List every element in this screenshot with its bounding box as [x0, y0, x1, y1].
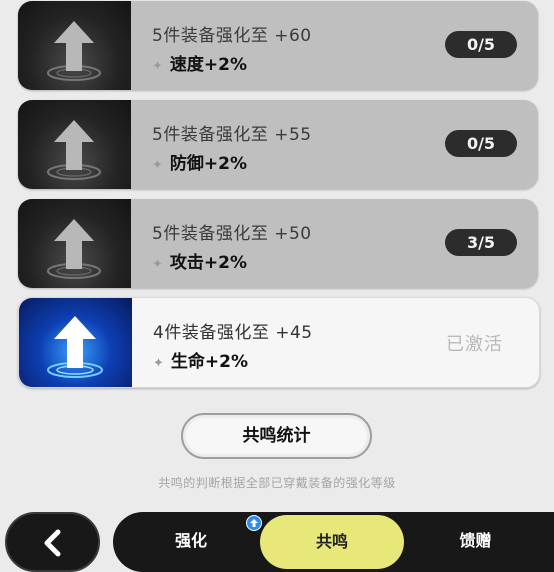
- resonance-hint-text: 共鸣的判断根据全部已穿戴装备的强化等级: [158, 476, 396, 490]
- chevron-left-icon: [44, 529, 61, 557]
- tab-resonance[interactable]: 共鸣: [260, 515, 404, 569]
- sparkle-icon: ✦: [153, 356, 164, 371]
- upgrade-arrow-icon: [18, 199, 131, 288]
- bonus-effect: ✦ 攻击+2%: [152, 248, 247, 273]
- bonus-progress-badge: 0/5: [445, 31, 517, 58]
- resonance-bonus-card-defense[interactable]: 5件装备强化至 +55 ✦ 防御+2% 0/5: [18, 100, 538, 189]
- sparkle-icon: ✦: [152, 257, 163, 272]
- upgrade-available-badge-icon: [246, 515, 262, 531]
- bonus-effect-text: 生命+2%: [170, 352, 249, 372]
- bonus-condition: 5件装备强化至 +60: [152, 26, 312, 46]
- bonus-effect-text: 防御+2%: [169, 154, 248, 174]
- bonus-condition: 5件装备强化至 +50: [152, 224, 312, 244]
- resonance-stats-button[interactable]: 共鸣统计: [181, 413, 372, 459]
- bonus-condition: 4件装备强化至 +45: [153, 323, 313, 343]
- bonus-effect: ✦ 速度+2%: [152, 50, 247, 75]
- bonus-effect-text: 攻击+2%: [169, 253, 248, 273]
- bottom-tab-bar: 强化 共鸣 馈赠: [113, 512, 554, 572]
- bonus-effect: ✦ 防御+2%: [152, 149, 247, 174]
- resonance-bonus-card-hp[interactable]: 4件装备强化至 +45 ✦ 生命+2% 已激活: [18, 297, 540, 388]
- resonance-bonus-card-speed[interactable]: 5件装备强化至 +60 ✦ 速度+2% 0/5: [18, 1, 538, 90]
- bonus-effect-text: 速度+2%: [169, 55, 248, 75]
- tab-gift[interactable]: 馈赠: [423, 512, 528, 572]
- bonus-progress-badge: 3/5: [445, 229, 517, 256]
- bonus-condition: 5件装备强化至 +55: [152, 125, 312, 145]
- activated-status: 已激活: [446, 334, 503, 355]
- tab-enhance[interactable]: 强化: [141, 512, 241, 572]
- bonus-effect: ✦ 生命+2%: [153, 347, 248, 372]
- resonance-bonus-card-attack[interactable]: 5件装备强化至 +50 ✦ 攻击+2% 3/5: [18, 199, 538, 288]
- upgrade-arrow-glowing-icon: [19, 298, 132, 387]
- back-button[interactable]: [5, 512, 100, 572]
- bonus-progress-badge: 0/5: [445, 130, 517, 157]
- sparkle-icon: ✦: [152, 158, 163, 173]
- sparkle-icon: ✦: [152, 59, 163, 74]
- upgrade-arrow-icon: [18, 1, 131, 90]
- upgrade-arrow-icon: [18, 100, 131, 189]
